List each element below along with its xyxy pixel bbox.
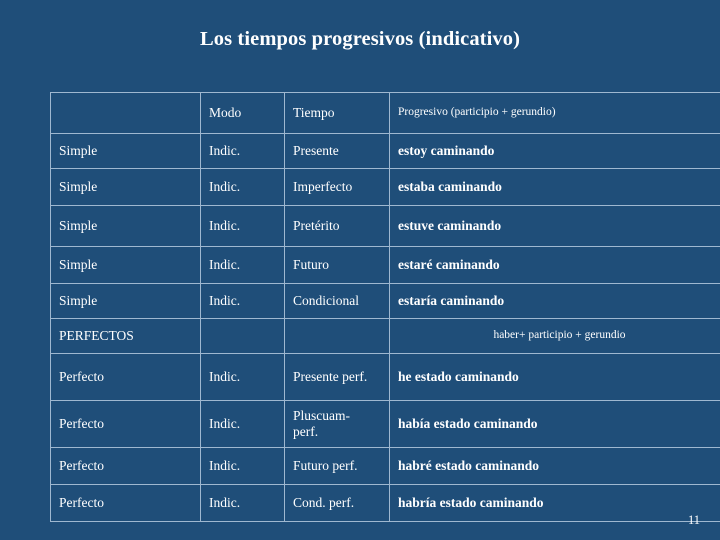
cell-progresivo: he estado caminando [389,353,720,401]
cell-perfectos-blank-modo [200,318,285,354]
header-cell-modo: Modo [200,92,285,134]
cell-tiempo: Condicional [284,283,390,319]
cell-progresivo: habré estado caminando [389,447,720,485]
cell-aspect: Simple [50,205,201,247]
slide: Los tiempos progresivos (indicativo) Mod… [0,0,720,540]
cell-progresivo: estaré caminando [389,246,720,284]
cell-perfectos-label: PERFECTOS [50,318,201,354]
table-row: Simple Indic. Pretérito estuve caminando [50,205,720,247]
cell-tiempo: Cond. perf. [284,484,390,522]
page-title: Los tiempos progresivos (indicativo) [199,28,521,50]
header-cell-progresivo: Progresivo (participio + gerundio) [389,92,720,134]
cell-modo: Indic. [200,400,285,448]
cell-tiempo: Pluscuam-perf. [284,400,390,448]
table-row: Simple Indic. Imperfecto estaba caminand… [50,168,720,206]
cell-progresivo: estaba caminando [389,168,720,206]
cell-aspect: Simple [50,283,201,319]
cell-progresivo: había estado caminando [389,400,720,448]
progressive-tenses-table: Modo Tiempo Progresivo (participio + ger… [50,92,720,522]
cell-modo: Indic. [200,133,285,169]
cell-aspect: Perfecto [50,400,201,448]
cell-aspect: Simple [50,246,201,284]
table-row: Simple Indic. Futuro estaré caminando [50,246,720,284]
header-cell-blank [50,92,201,134]
cell-aspect: Simple [50,133,201,169]
cell-tiempo: Presente perf. [284,353,390,401]
cell-perfectos-note: haber+ participio + gerundio [389,318,720,354]
cell-progresivo: estuve caminando [389,205,720,247]
cell-modo: Indic. [200,447,285,485]
table-row: Perfecto Indic. Futuro perf. habré estad… [50,447,720,485]
table-row: Simple Indic. Presente estoy caminando [50,133,720,169]
cell-tiempo: Presente [284,133,390,169]
table-row: Perfecto Indic. Cond. perf. habría estad… [50,484,720,522]
cell-tiempo: Futuro perf. [284,447,390,485]
cell-modo: Indic. [200,283,285,319]
cell-aspect: Perfecto [50,353,201,401]
page-number: 11 [687,513,700,527]
cell-tiempo: Futuro [284,246,390,284]
table-row: Simple Indic. Condicional estaría camina… [50,283,720,319]
cell-perfectos-note-left [284,318,390,354]
cell-tiempo: Imperfecto [284,168,390,206]
table-row: Perfecto Indic. Pluscuam-perf. había est… [50,400,720,448]
cell-aspect: Perfecto [50,484,201,522]
cell-progresivo: estaría caminando [389,283,720,319]
cell-progresivo: estoy caminando [389,133,720,169]
table-row: Perfecto Indic. Presente perf. he estado… [50,353,720,401]
cell-aspect: Perfecto [50,447,201,485]
cell-modo: Indic. [200,246,285,284]
cell-modo: Indic. [200,168,285,206]
cell-modo: Indic. [200,205,285,247]
header-cell-tiempo: Tiempo [284,92,390,134]
table-section-row-perfectos: PERFECTOS haber+ participio + gerundio [50,318,720,354]
cell-modo: Indic. [200,353,285,401]
cell-aspect: Simple [50,168,201,206]
cell-modo: Indic. [200,484,285,522]
cell-tiempo: Pretérito [284,205,390,247]
cell-progresivo: habría estado caminando [389,484,720,522]
table-header-row: Modo Tiempo Progresivo (participio + ger… [50,92,720,134]
